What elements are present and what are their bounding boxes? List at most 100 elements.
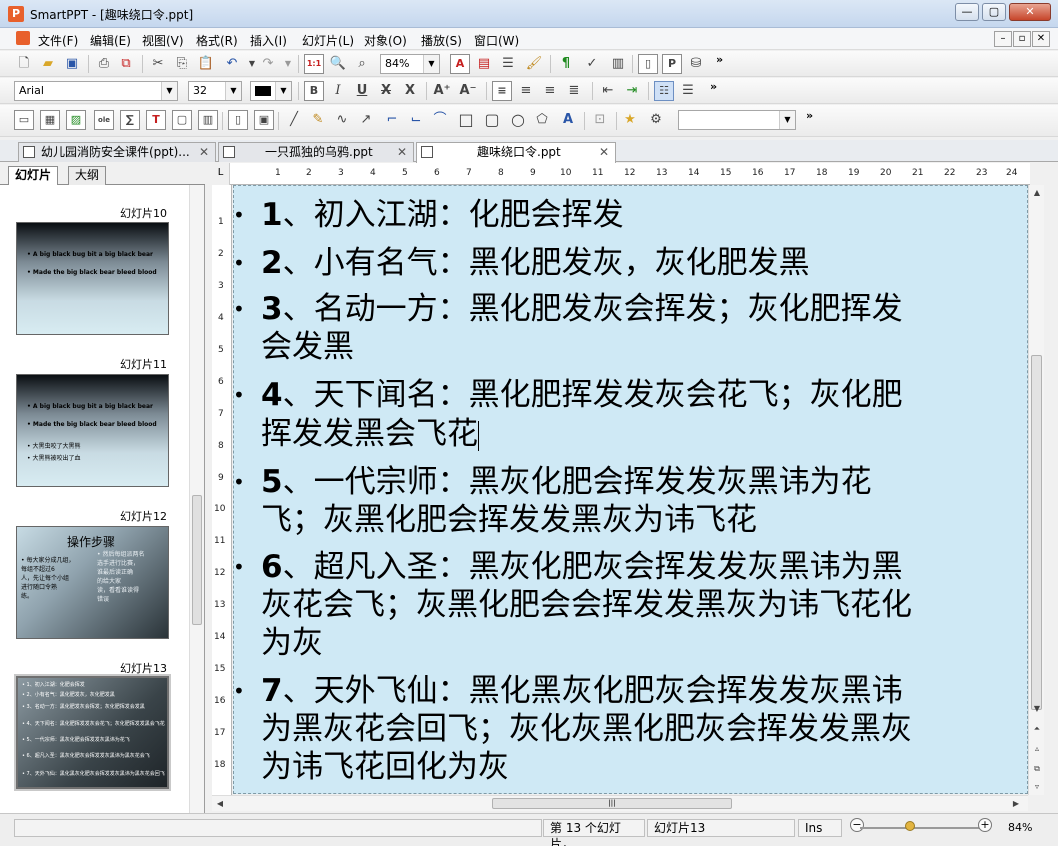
- chevron-down-icon[interactable]: ▼: [161, 82, 177, 100]
- align-right-icon[interactable]: ≡: [540, 81, 560, 101]
- close-icon[interactable]: ✕: [397, 143, 407, 161]
- frame-icon[interactable]: ▢: [172, 110, 192, 130]
- macro-icon[interactable]: ⛁: [686, 54, 706, 74]
- strikethrough-icon[interactable]: X: [376, 81, 396, 101]
- picture-icon[interactable]: ▨: [66, 110, 86, 130]
- rectangle-icon[interactable]: □: [456, 110, 476, 130]
- menu-window[interactable]: 窗口(W): [474, 32, 519, 49]
- table-icon[interactable]: ▦: [40, 110, 60, 130]
- arrow-line-icon[interactable]: ↗: [356, 110, 376, 130]
- ellipse-icon[interactable]: ○: [508, 110, 528, 130]
- toolbar-overflow-icon[interactable]: »: [716, 53, 723, 66]
- group-icon[interactable]: ⊡: [590, 110, 610, 130]
- text-style-icon[interactable]: A: [450, 54, 470, 74]
- list-style-icon[interactable]: ☰: [498, 54, 518, 74]
- zoom-out-icon[interactable]: −: [850, 818, 864, 832]
- increase-indent-icon[interactable]: ⇥: [622, 81, 642, 101]
- scroll-down-icon[interactable]: ▼: [1029, 701, 1045, 717]
- align-center-icon[interactable]: ≡: [516, 81, 536, 101]
- close-icon[interactable]: ✕: [599, 143, 609, 161]
- zoom-area-icon[interactable]: 🔍: [328, 54, 348, 74]
- redo-dropdown-icon[interactable]: ▼: [278, 54, 298, 74]
- slide-thumbnail-13[interactable]: • 1、初入江湖：化肥会挥发 • 2、小有名气：黑化肥发灰，灰化肥发黑 • 3、…: [14, 674, 171, 791]
- horizontal-scrollbar[interactable]: ◀ ||| ▶: [212, 795, 1028, 811]
- tab-outline[interactable]: 大纲: [68, 166, 107, 185]
- scrollbar-thumb[interactable]: [192, 495, 202, 625]
- chart-icon[interactable]: ▥: [608, 54, 628, 74]
- elbow-connector-icon[interactable]: ⌙: [406, 110, 426, 130]
- page-view-icon[interactable]: ▯: [638, 54, 658, 74]
- line-icon[interactable]: ╱: [284, 110, 304, 130]
- italic-icon[interactable]: I: [328, 81, 348, 101]
- tab-document-2[interactable]: 一只孤独的乌鸦.ppt ✕: [218, 142, 414, 162]
- vertical-ruler[interactable]: 1 2 3 4 5 6 7 8 9 10 11 12 13 14 15 16 1…: [212, 185, 232, 795]
- tab-stop-icon[interactable]: L: [212, 163, 230, 185]
- zoom-select[interactable]: 84% ▼: [380, 54, 440, 74]
- scroll-right-icon[interactable]: ▶: [1008, 796, 1024, 812]
- shapes-icon[interactable]: ⬠: [532, 110, 552, 130]
- maximize-button[interactable]: ▢: [982, 3, 1006, 21]
- zoom-slider[interactable]: [860, 827, 980, 829]
- toolbar-overflow-icon[interactable]: »: [710, 80, 717, 93]
- font-grow-icon[interactable]: A⁺: [432, 81, 452, 101]
- mdi-restore-button[interactable]: ▫: [1013, 31, 1031, 47]
- chevron-down-icon[interactable]: ▼: [225, 82, 241, 100]
- minimize-button[interactable]: —: [955, 3, 979, 21]
- slide-canvas[interactable]: • 1、初入江湖：化肥会挥发 • 2、小有名气：黑化肥发灰，灰化肥发黑 • 3、…: [233, 185, 1028, 794]
- close-button[interactable]: ✕: [1009, 3, 1051, 21]
- new-file-icon[interactable]: 🗋: [14, 54, 34, 74]
- menu-file[interactable]: 文件(F): [38, 32, 78, 49]
- scroll-up-icon[interactable]: ▲: [1029, 185, 1045, 201]
- scrollbar-thumb[interactable]: [1031, 355, 1042, 710]
- format-painter-icon[interactable]: 🖌: [524, 54, 544, 74]
- chevron-down-icon[interactable]: ▼: [423, 55, 439, 73]
- pen-icon[interactable]: ✎: [308, 110, 328, 130]
- undo-icon[interactable]: ↶: [222, 54, 242, 74]
- scrollbar-thumb[interactable]: |||: [492, 798, 732, 809]
- menu-insert[interactable]: 插入(I): [250, 32, 287, 49]
- numbered-list-icon[interactable]: ☰: [678, 81, 698, 101]
- next-slide-icon[interactable]: ▿: [1029, 779, 1045, 795]
- spell-check-icon[interactable]: ✓: [582, 54, 602, 74]
- chevron-down-icon[interactable]: ▼: [275, 82, 291, 100]
- paste-icon[interactable]: 📋: [196, 54, 216, 74]
- horizontal-ruler[interactable]: L 1 2 3 4 5 6 7 8 9 10 11 12 13 14 15 16…: [212, 163, 1030, 185]
- font-size-select[interactable]: 32 ▼: [188, 81, 242, 101]
- textbox-icon[interactable]: ▭: [14, 110, 34, 130]
- paragraph-marks-icon[interactable]: ¶: [556, 54, 576, 74]
- font-shrink-icon[interactable]: A⁻: [458, 81, 478, 101]
- menu-play[interactable]: 播放(S): [421, 32, 462, 49]
- clear-format-icon[interactable]: X: [400, 81, 420, 101]
- mdi-close-button[interactable]: ✕: [1032, 31, 1050, 47]
- save-icon[interactable]: ▣: [62, 54, 82, 74]
- custom-animation-icon[interactable]: ⚙: [646, 110, 666, 130]
- align-left-icon[interactable]: ≡: [492, 81, 512, 101]
- document-menu-icon[interactable]: [16, 31, 30, 45]
- ole-object-icon[interactable]: ole: [94, 110, 114, 130]
- close-icon[interactable]: ✕: [199, 143, 209, 161]
- zoom-slider-handle[interactable]: [905, 821, 915, 831]
- slide-design-icon[interactable]: ▣: [254, 110, 274, 130]
- zoom-in-icon[interactable]: +: [978, 818, 992, 832]
- actual-size-icon[interactable]: 1:1: [304, 54, 324, 74]
- print-preview-icon[interactable]: P: [662, 54, 682, 74]
- slide-thumbnail-12[interactable]: 操作步骤 • 每大家分成几组， 每组不超过6 人，先让每个小组 进行随口令熟 练…: [16, 526, 169, 639]
- rounded-rect-icon[interactable]: ▢: [482, 110, 502, 130]
- toolbar-overflow-icon[interactable]: »: [806, 109, 813, 122]
- cut-icon[interactable]: ✂: [148, 54, 168, 74]
- decrease-indent-icon[interactable]: ⇤: [598, 81, 618, 101]
- slide-view-icon[interactable]: ⧉: [1029, 761, 1045, 777]
- bold-icon[interactable]: B: [304, 81, 324, 101]
- print-icon[interactable]: ⎙: [94, 54, 114, 74]
- star-icon[interactable]: ★: [620, 110, 640, 130]
- menu-object[interactable]: 对象(O): [364, 32, 407, 49]
- menu-edit[interactable]: 编辑(E): [90, 32, 131, 49]
- connector-icon[interactable]: ⌐: [382, 110, 402, 130]
- scroll-left-icon[interactable]: ◀: [212, 796, 228, 812]
- underline-icon[interactable]: U: [352, 81, 372, 101]
- tab-document-1[interactable]: 幼儿园消防安全课件(ppt)... ✕: [18, 142, 216, 162]
- status-insert-mode[interactable]: Ins: [798, 819, 842, 837]
- tab-slides[interactable]: 幻灯片: [8, 166, 59, 185]
- menu-view[interactable]: 视图(V): [142, 32, 184, 49]
- slide-layout-icon[interactable]: ▯: [228, 110, 248, 130]
